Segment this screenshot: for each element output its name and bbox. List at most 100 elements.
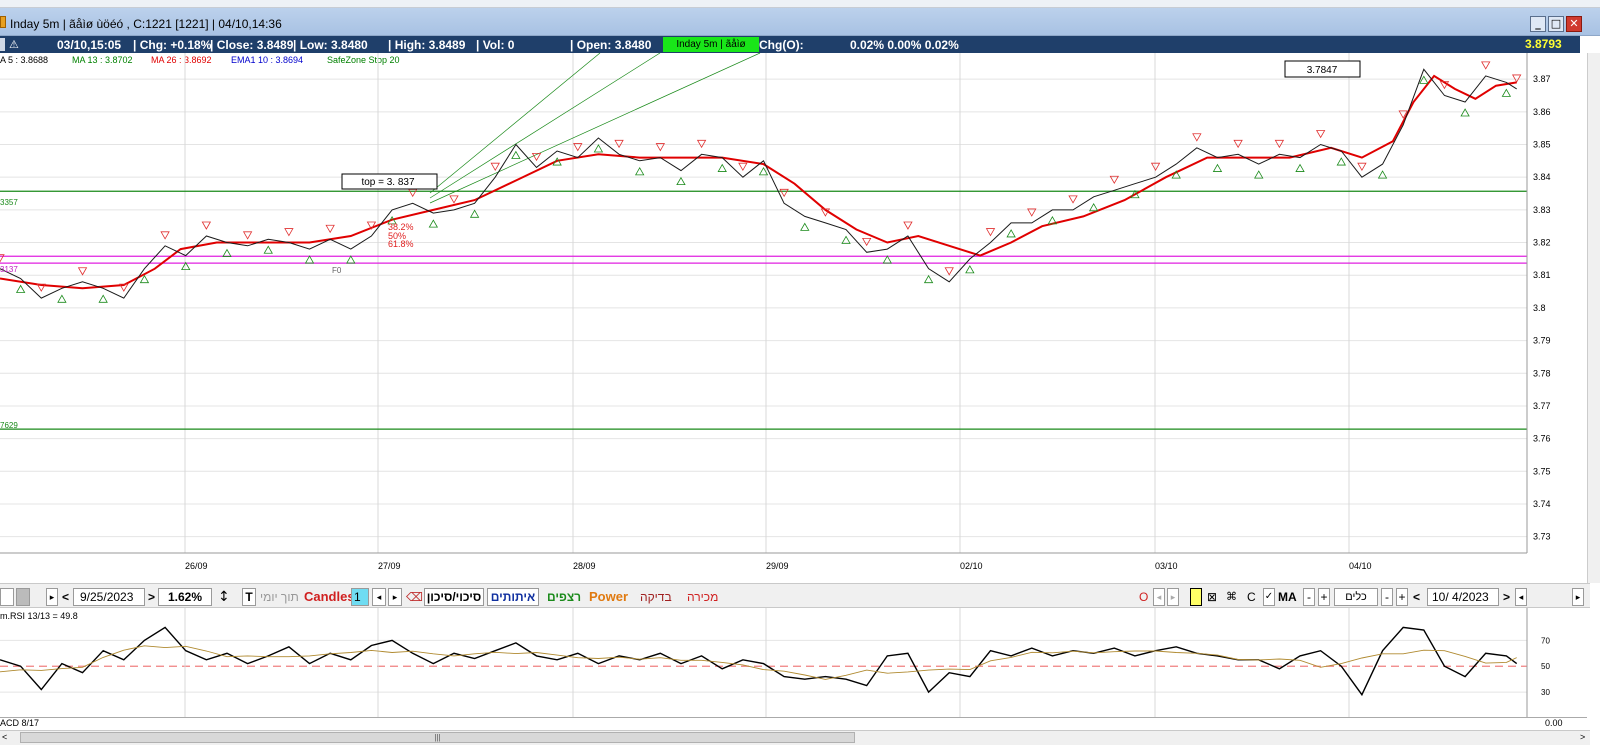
candles-down-icon[interactable]: ◂ — [372, 588, 386, 606]
check-tab[interactable]: בדיקה — [640, 589, 672, 605]
rsi-level-label: 50 — [1541, 662, 1550, 671]
power-tab[interactable]: Power — [589, 589, 628, 605]
grid-icon[interactable]: ⊠ — [1207, 589, 1217, 605]
c-button[interactable]: C — [1247, 589, 1256, 605]
buy-marker — [263, 245, 273, 254]
sell-marker — [325, 224, 335, 234]
link-icon[interactable]: ⌘ — [1226, 589, 1237, 605]
buy-marker — [1501, 88, 1512, 97]
y-tick-label: 3.78 — [1533, 368, 1551, 378]
y-tick-label: 3.85 — [1533, 140, 1551, 150]
rsi-chart[interactable]: 70 50 30 m.RSI 13/13 = 49.8 — [0, 608, 1587, 718]
buy-marker — [1006, 229, 1016, 238]
date-field[interactable]: 9/25/2023 — [73, 588, 145, 606]
y-tick-label: 3.74 — [1533, 499, 1551, 509]
warning-icon[interactable]: ⚠ — [9, 38, 19, 51]
sale-tab[interactable]: מכירה — [687, 589, 718, 605]
sell-marker — [160, 231, 170, 240]
top-label: top = 3. 837 — [361, 177, 415, 188]
sell-marker — [944, 267, 954, 276]
buy-marker — [346, 255, 356, 264]
macd-panel[interactable] — [0, 717, 1587, 730]
y-tick-label: 3.82 — [1533, 238, 1551, 248]
pct-field[interactable]: 1.62% — [158, 588, 212, 606]
sell-marker — [284, 228, 294, 237]
sell-marker — [861, 237, 872, 247]
y-tick-label: 3.79 — [1533, 336, 1551, 346]
date2-prev-button[interactable]: < — [1413, 589, 1420, 605]
last-price: 3.8793 — [1505, 36, 1580, 53]
hscroll-left-icon[interactable]: < — [2, 732, 7, 742]
date2-field[interactable]: 10/ 4/2023 — [1427, 588, 1499, 606]
scroll-right-icon[interactable]: ▸ — [46, 588, 58, 606]
info-open: | Open: 3.8480 — [570, 38, 652, 52]
sell-marker — [408, 188, 418, 198]
buy-marker — [800, 222, 810, 231]
buy-marker — [965, 265, 975, 274]
candles-label[interactable]: Candles — [304, 589, 355, 605]
hscroll-thumb[interactable]: ||| — [20, 732, 855, 743]
ma-label[interactable]: MA — [1278, 589, 1297, 605]
date2-next-button[interactable]: > — [1503, 589, 1510, 605]
eraser-icon[interactable]: ⌫ — [406, 589, 423, 605]
y-tick-label: 3.81 — [1533, 270, 1551, 280]
price-chart[interactable]: 3.87 3.86 3.85 3.84 3.83 3.82 3.81 3.8 3.79 3.78 3… — [0, 53, 1587, 583]
risk-button[interactable]: סיכוי/סיכון — [424, 588, 484, 606]
buy-marker — [1460, 108, 1470, 117]
signals-button[interactable]: איתותים — [487, 588, 539, 606]
y-tick-label: 3.83 — [1533, 205, 1551, 215]
candles-up-icon[interactable]: ▸ — [388, 588, 402, 606]
o-left-icon[interactable]: ◂ — [1153, 588, 1165, 606]
next-button[interactable]: > — [148, 589, 155, 605]
right-panel[interactable] — [1587, 53, 1600, 583]
intraday-tab[interactable]: תוך יומי — [260, 589, 299, 605]
t-button[interactable]: T — [242, 588, 256, 606]
y-tick-label: 3.76 — [1533, 434, 1551, 444]
o-button[interactable]: O — [1139, 589, 1148, 605]
window-title: Inday 5m | ãåìø ùöéó , C:1221 [1221] | 0… — [10, 17, 282, 31]
minimize-button[interactable]: _ — [1530, 16, 1546, 32]
chart-tab[interactable]: Inday 5m | ãåìø — [663, 37, 759, 52]
sell-marker — [779, 188, 789, 198]
sell-marker — [696, 139, 707, 149]
continuous-tab[interactable]: רצפים — [547, 589, 581, 605]
chart-grid — [0, 53, 1527, 553]
candles-input[interactable]: 1 — [351, 588, 369, 606]
macd-value: 0.00 — [1545, 718, 1563, 728]
horizontal-levels — [0, 190, 1527, 430]
sell-marker — [1274, 139, 1285, 149]
ma-checkbox[interactable]: ✓ — [1263, 588, 1275, 606]
buy-marker — [1295, 163, 1305, 172]
scroll-left-icon[interactable]: ◂ — [1515, 588, 1527, 606]
y-tick-label: 3.84 — [1533, 172, 1551, 182]
tools-dropdown[interactable]: כלים — [1334, 588, 1378, 606]
x-tick-label: 02/10 — [960, 561, 983, 571]
scroll-handle-icon[interactable] — [16, 588, 30, 606]
series-line — [0, 68, 1517, 299]
tools-minus-button[interactable]: - — [1381, 588, 1393, 606]
x-tick-label: 29/09 — [766, 561, 789, 571]
buy-marker — [1336, 157, 1346, 166]
prev-button[interactable]: < — [62, 589, 69, 605]
color-box-icon[interactable] — [1190, 588, 1202, 606]
ma-plus-button[interactable]: + — [1318, 588, 1330, 606]
panel-toggle[interactable] — [0, 588, 14, 606]
close-button[interactable]: ✕ — [1566, 16, 1582, 32]
maximize-button[interactable]: □ — [1548, 16, 1564, 32]
buy-marker — [882, 255, 893, 264]
rsi-line — [0, 626, 1518, 697]
sell-marker — [1068, 195, 1078, 204]
hscroll-right-icon[interactable]: > — [1580, 732, 1585, 742]
buy-marker — [511, 150, 521, 159]
ma-minus-button[interactable]: - — [1303, 588, 1315, 606]
scroll-right-end-icon[interactable]: ▸ — [1572, 588, 1584, 606]
resize-icon[interactable]: ↕ — [218, 589, 230, 605]
buy-marker — [634, 167, 645, 176]
sell-marker — [1192, 133, 1202, 142]
fan-lines — [429, 53, 761, 204]
sell-marker — [738, 162, 748, 171]
o-right-icon[interactable]: ▸ — [1167, 588, 1179, 606]
price-label: 3.7847 — [1307, 65, 1338, 76]
tools-plus-button[interactable]: + — [1396, 588, 1408, 606]
chart-icon — [0, 38, 5, 51]
